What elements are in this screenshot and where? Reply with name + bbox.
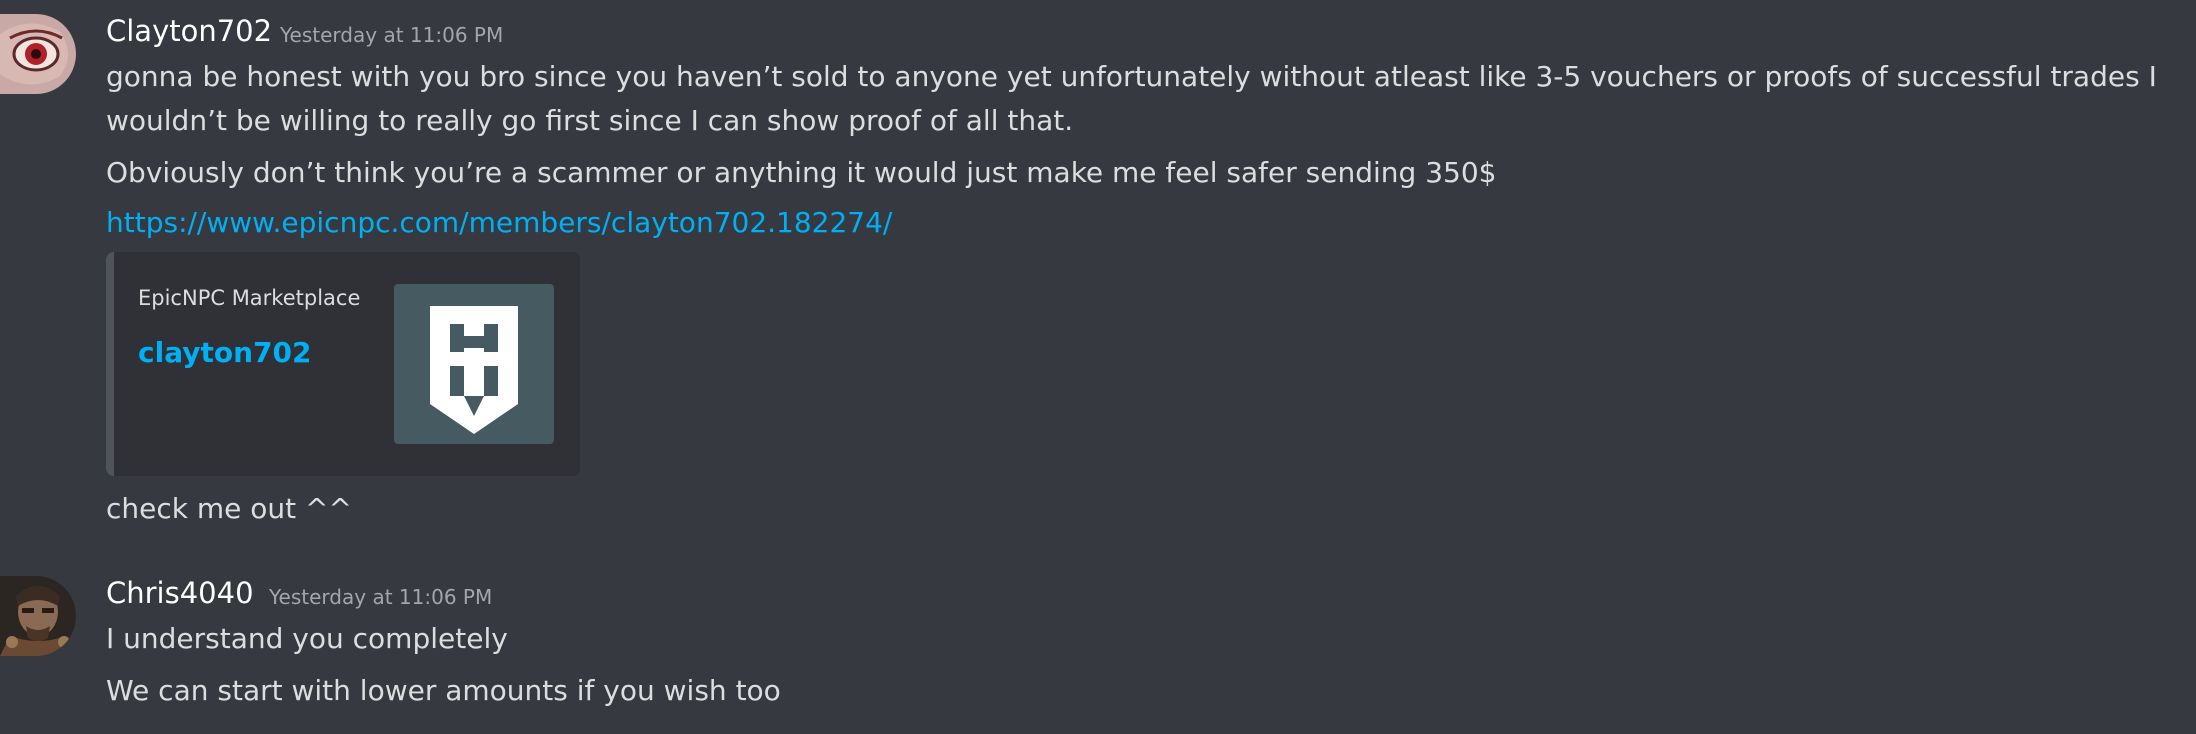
message-line: Obviously don’t think you’re a scammer o… — [106, 156, 1497, 189]
embed-thumbnail[interactable] — [394, 284, 554, 444]
embed-title-link[interactable]: clayton702 — [138, 336, 311, 369]
message-line: check me out ^^ — [106, 492, 352, 525]
character-avatar-icon — [0, 576, 76, 656]
embed-provider: EpicNPC Marketplace — [138, 286, 361, 310]
message-line: I understand you completely — [106, 622, 508, 655]
epicnpc-logo-icon — [430, 306, 518, 434]
username[interactable]: Chris4040 — [106, 576, 254, 610]
message-line: wouldn’t be willing to really go first s… — [106, 104, 1074, 137]
profile-link[interactable]: https://www.epicnpc.com/members/clayton7… — [106, 206, 892, 239]
message-line: We can start with lower amounts if you w… — [106, 674, 781, 707]
eye-avatar-icon — [0, 14, 76, 94]
username[interactable]: Clayton702 — [106, 14, 272, 48]
message-line: gonna be honest with you bro since you h… — [106, 60, 2157, 93]
avatar[interactable] — [0, 14, 76, 94]
chat-log: Clayton702 Yesterday at 11:06 PM gonna b… — [0, 0, 2196, 734]
timestamp[interactable]: Yesterday at 11:06 PM — [269, 585, 492, 609]
link-embed: EpicNPC Marketplace clayton702 — [106, 252, 580, 476]
avatar[interactable] — [0, 576, 76, 656]
timestamp[interactable]: Yesterday at 11:06 PM — [280, 23, 503, 47]
